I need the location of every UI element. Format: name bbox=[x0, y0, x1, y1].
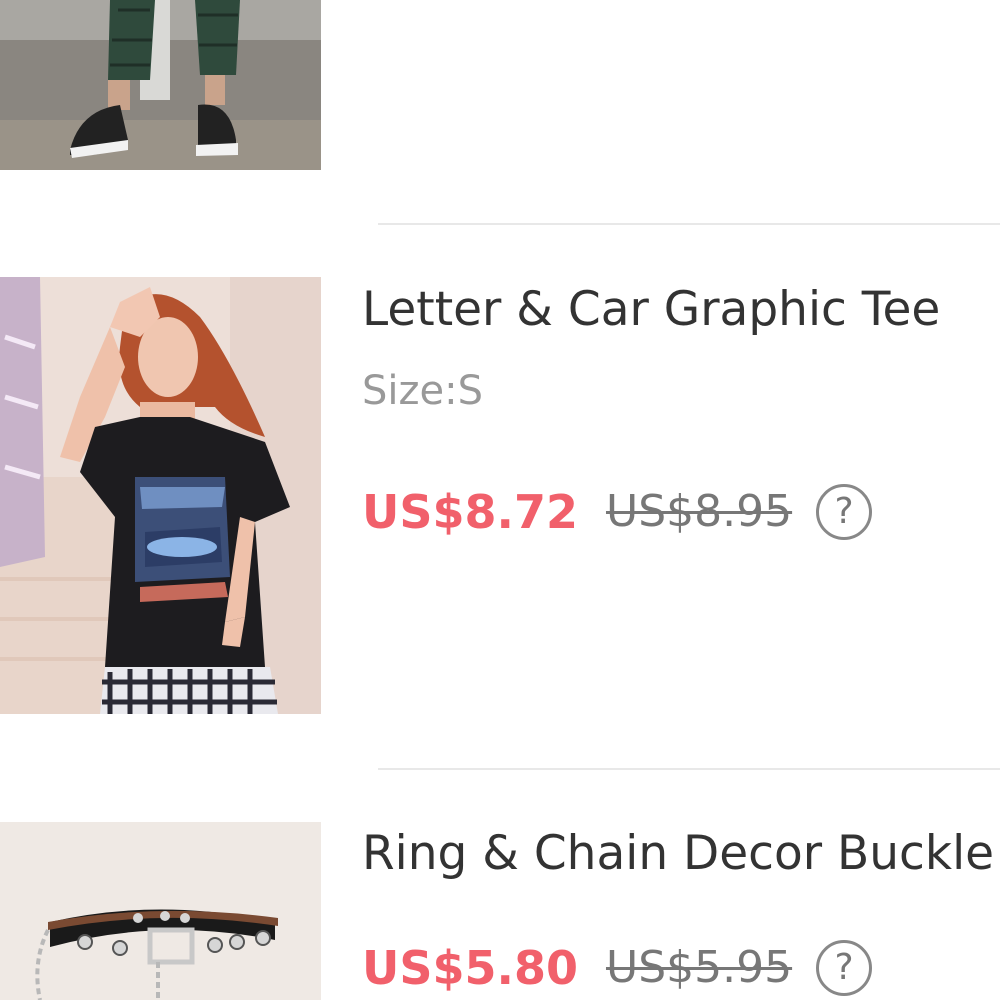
product-photo bbox=[0, 0, 321, 170]
product-photo bbox=[0, 822, 321, 1000]
list-divider bbox=[378, 768, 1000, 770]
sale-price: US$5.80 bbox=[362, 941, 578, 995]
product-title[interactable]: Letter & Car Graphic Tee bbox=[362, 286, 940, 333]
original-price: US$8.95 bbox=[605, 486, 793, 537]
price-row: US$8.72 US$8.95 ? bbox=[362, 484, 873, 540]
product-title[interactable]: Ring & Chain Decor Buckle bbox=[362, 830, 994, 877]
product-size: Size:S bbox=[362, 368, 483, 414]
product-image-tee[interactable] bbox=[0, 277, 321, 714]
product-image-previous[interactable] bbox=[0, 0, 321, 170]
product-photo bbox=[0, 277, 321, 714]
sale-price: US$8.72 bbox=[362, 485, 578, 539]
question-circle-icon[interactable]: ? bbox=[816, 484, 873, 540]
question-circle-icon[interactable]: ? bbox=[816, 940, 873, 996]
list-divider bbox=[378, 223, 1000, 225]
product-image-belt[interactable] bbox=[0, 822, 321, 1000]
original-price: US$5.95 bbox=[605, 942, 793, 993]
price-row: US$5.80 US$5.95 ? bbox=[362, 940, 873, 996]
